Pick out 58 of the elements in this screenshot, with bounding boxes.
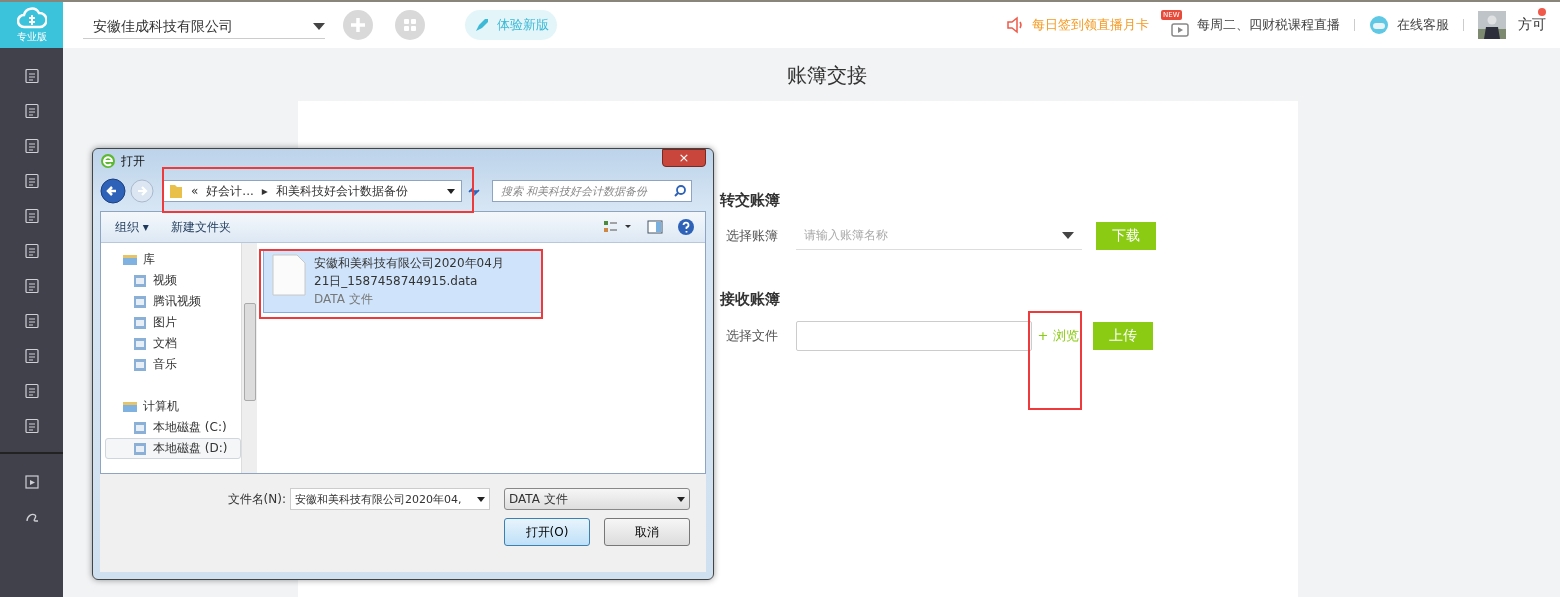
list-icon[interactable] — [23, 68, 40, 84]
online-service-link[interactable]: 在线客服 — [1397, 16, 1449, 34]
search-icon — [673, 184, 687, 198]
preview-pane-icon[interactable] — [647, 219, 663, 235]
close-button[interactable]: × — [662, 149, 706, 167]
tree-item[interactable]: 本地磁盘 (C:) — [105, 417, 241, 438]
breadcrumb-item[interactable]: « — [191, 184, 199, 198]
file-icon — [272, 254, 306, 296]
breadcrumb-item[interactable]: 和美科技好会计数据备份 — [275, 182, 408, 200]
search-field[interactable]: 搜索 和美科技好会计数据备份 — [492, 180, 692, 202]
file-item[interactable]: 安徽和美科技有限公司2020年04月21日_1587458744915.data DATA 文件 — [263, 249, 543, 313]
file-type-icon — [132, 293, 148, 310]
user-name[interactable]: 方可 — [1518, 16, 1546, 34]
tree-item[interactable]: 音乐 — [105, 354, 241, 375]
view-icon[interactable] — [603, 219, 633, 235]
tree-item[interactable]: 计算机 — [105, 396, 241, 417]
cancel-button[interactable]: 取消 — [604, 518, 690, 546]
breadcrumb-item[interactable]: ▸ — [261, 184, 268, 198]
open-button[interactable]: 打开(O) — [504, 518, 590, 546]
file-type-icon — [132, 419, 148, 436]
file-type-icon — [132, 314, 148, 331]
field-label: 选择文件 — [724, 327, 779, 345]
speaker-icon — [1006, 16, 1024, 34]
tree-item[interactable]: 库 — [105, 249, 241, 270]
file-type-icon — [132, 335, 148, 352]
file-type-select[interactable]: DATA 文件 — [504, 488, 690, 510]
tree-item[interactable]: 视频 — [105, 270, 241, 291]
tree-item[interactable]: 腾讯视频 — [105, 291, 241, 312]
edition-label: 专业版 — [16, 29, 47, 44]
tree-item[interactable]: 本地磁盘 (D:) — [105, 438, 241, 459]
scrollbar[interactable] — [241, 243, 257, 473]
dialog-title: 打开 — [121, 152, 145, 170]
address-bar[interactable]: « 好会计... ▸ 和美科技好会计数据备份 — [162, 180, 462, 202]
company-select[interactable]: 安徽佳成科技有限公司 — [83, 11, 325, 39]
field-label: 选择账簿 — [724, 227, 779, 245]
tree-item[interactable]: 图片 — [105, 312, 241, 333]
live-course-link[interactable]: 每周二、四财税课程直播 — [1197, 16, 1340, 34]
file-type-icon — [132, 272, 148, 289]
organize-menu[interactable]: 组织 ▾ — [111, 218, 153, 236]
page-title: 账簿交接 — [785, 62, 867, 89]
file-input[interactable] — [795, 321, 1032, 351]
file-type-icon — [132, 440, 148, 457]
folder-icon — [169, 183, 183, 199]
tv-icon — [1171, 21, 1189, 37]
section-heading: 接收账簿 — [719, 290, 781, 309]
section-heading: 转交账簿 — [719, 191, 781, 210]
tree-item[interactable]: 文档 — [105, 333, 241, 354]
video-icon[interactable] — [23, 474, 40, 490]
cloud-icon — [16, 6, 47, 29]
filename-field[interactable]: 安徽和美科技有限公司2020年04, — [290, 488, 490, 510]
breadcrumb-item[interactable]: 好会计... — [206, 182, 254, 200]
file-type-icon — [132, 356, 148, 373]
help-icon[interactable] — [677, 218, 695, 236]
filename-label: 文件名(N): — [227, 490, 286, 508]
browser-icon — [100, 153, 116, 169]
document-icon[interactable] — [23, 243, 40, 259]
new-folder-button[interactable]: 新建文件夹 — [166, 218, 235, 236]
back-icon[interactable] — [100, 178, 126, 204]
